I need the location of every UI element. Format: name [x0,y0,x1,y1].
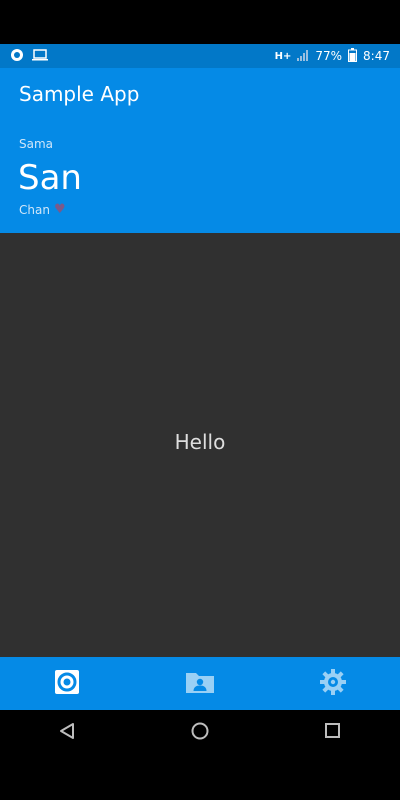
home-icon [190,721,210,745]
nav-item-home[interactable] [2,657,132,710]
network-type: H+ [274,50,292,62]
heart-icon: ♥ [53,202,66,217]
main-content: Hello [0,233,400,657]
recents-button[interactable] [303,713,363,753]
folder-person-icon [185,670,215,698]
back-icon [58,722,76,744]
bottom-bezel [0,756,400,800]
status-bar: H+ 77% 8:47 [0,44,400,68]
status-left [10,48,48,65]
home-target-icon [54,669,80,699]
system-navigation-bar [0,710,400,756]
nav-item-settings[interactable] [268,657,398,710]
large-label: San [18,158,82,198]
battery-icon [348,47,358,65]
app-title: Sample App [19,82,140,106]
hello-text: Hello [174,430,226,454]
clock: 8:47 [363,49,390,63]
bottom-navigation [0,657,400,710]
laptop-icon [32,48,48,64]
signal-icon [297,49,309,64]
notification-circle-icon [10,48,24,65]
back-button[interactable] [37,713,97,753]
footer-label-row: Chan ♥ [19,202,66,217]
app-bar: Sample App Sama San Chan ♥ [0,68,400,233]
recents-icon [324,722,342,744]
battery-percent: 77% [315,49,343,63]
home-button[interactable] [170,713,230,753]
status-right: H+ 77% 8:47 [274,47,390,65]
top-bezel [0,0,400,44]
settings-gear-icon [319,668,347,700]
small-label: Sama [19,137,54,151]
footer-label: Chan [19,202,50,217]
nav-item-contacts[interactable] [135,657,265,710]
